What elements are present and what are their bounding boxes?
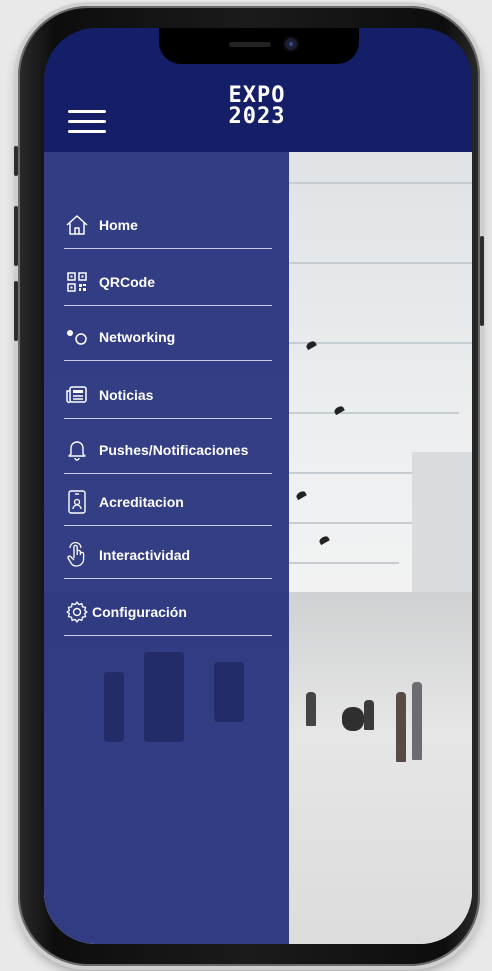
menu-label-qrcode: QRCode bbox=[99, 274, 155, 290]
navigation-drawer: Home QRCode Networking Noticias Pushes/N bbox=[44, 152, 289, 944]
app-logo: EXPO 2023 bbox=[222, 83, 292, 129]
notch bbox=[159, 28, 359, 64]
phone-screen: EXPO 2023 Home QRCode Networking Noticia… bbox=[44, 28, 472, 944]
logo-line-2: 2023 bbox=[228, 104, 286, 129]
badge-icon bbox=[64, 489, 90, 515]
menu-label-interactividad: Interactividad bbox=[99, 547, 191, 563]
volume-down-button bbox=[14, 281, 18, 341]
home-icon bbox=[64, 212, 90, 238]
news-icon bbox=[64, 382, 90, 408]
speaker bbox=[229, 42, 271, 47]
qrcode-icon bbox=[64, 269, 90, 295]
menu-label-noticias: Noticias bbox=[99, 387, 154, 403]
menu-item-configuracion[interactable]: Configuración bbox=[64, 589, 272, 636]
menu-item-home[interactable]: Home bbox=[64, 202, 272, 249]
front-camera bbox=[285, 38, 297, 50]
menu-label-networking: Networking bbox=[99, 329, 176, 345]
menu-label-acreditacion: Acreditacion bbox=[99, 494, 184, 510]
volume-up-button bbox=[14, 206, 18, 266]
menu-label-home: Home bbox=[99, 217, 138, 233]
touch-icon bbox=[64, 542, 90, 568]
menu-item-qrcode[interactable]: QRCode bbox=[64, 259, 272, 306]
bell-icon bbox=[64, 437, 90, 463]
power-button bbox=[480, 236, 484, 326]
hamburger-menu-icon[interactable] bbox=[68, 110, 106, 134]
networking-icon bbox=[64, 324, 90, 350]
menu-item-notificaciones[interactable]: Pushes/Notificaciones bbox=[64, 427, 272, 474]
mute-switch bbox=[14, 146, 18, 176]
menu-item-acreditacion[interactable]: Acreditacion bbox=[64, 479, 272, 526]
menu-item-interactividad[interactable]: Interactividad bbox=[64, 532, 272, 579]
menu-item-networking[interactable]: Networking bbox=[64, 314, 272, 361]
gear-icon bbox=[64, 599, 90, 625]
logo-line-1: EXPO bbox=[228, 83, 286, 108]
menu-item-noticias[interactable]: Noticias bbox=[64, 372, 272, 419]
menu-label-configuracion: Configuración bbox=[92, 604, 187, 620]
menu-label-notificaciones: Pushes/Notificaciones bbox=[99, 442, 249, 458]
